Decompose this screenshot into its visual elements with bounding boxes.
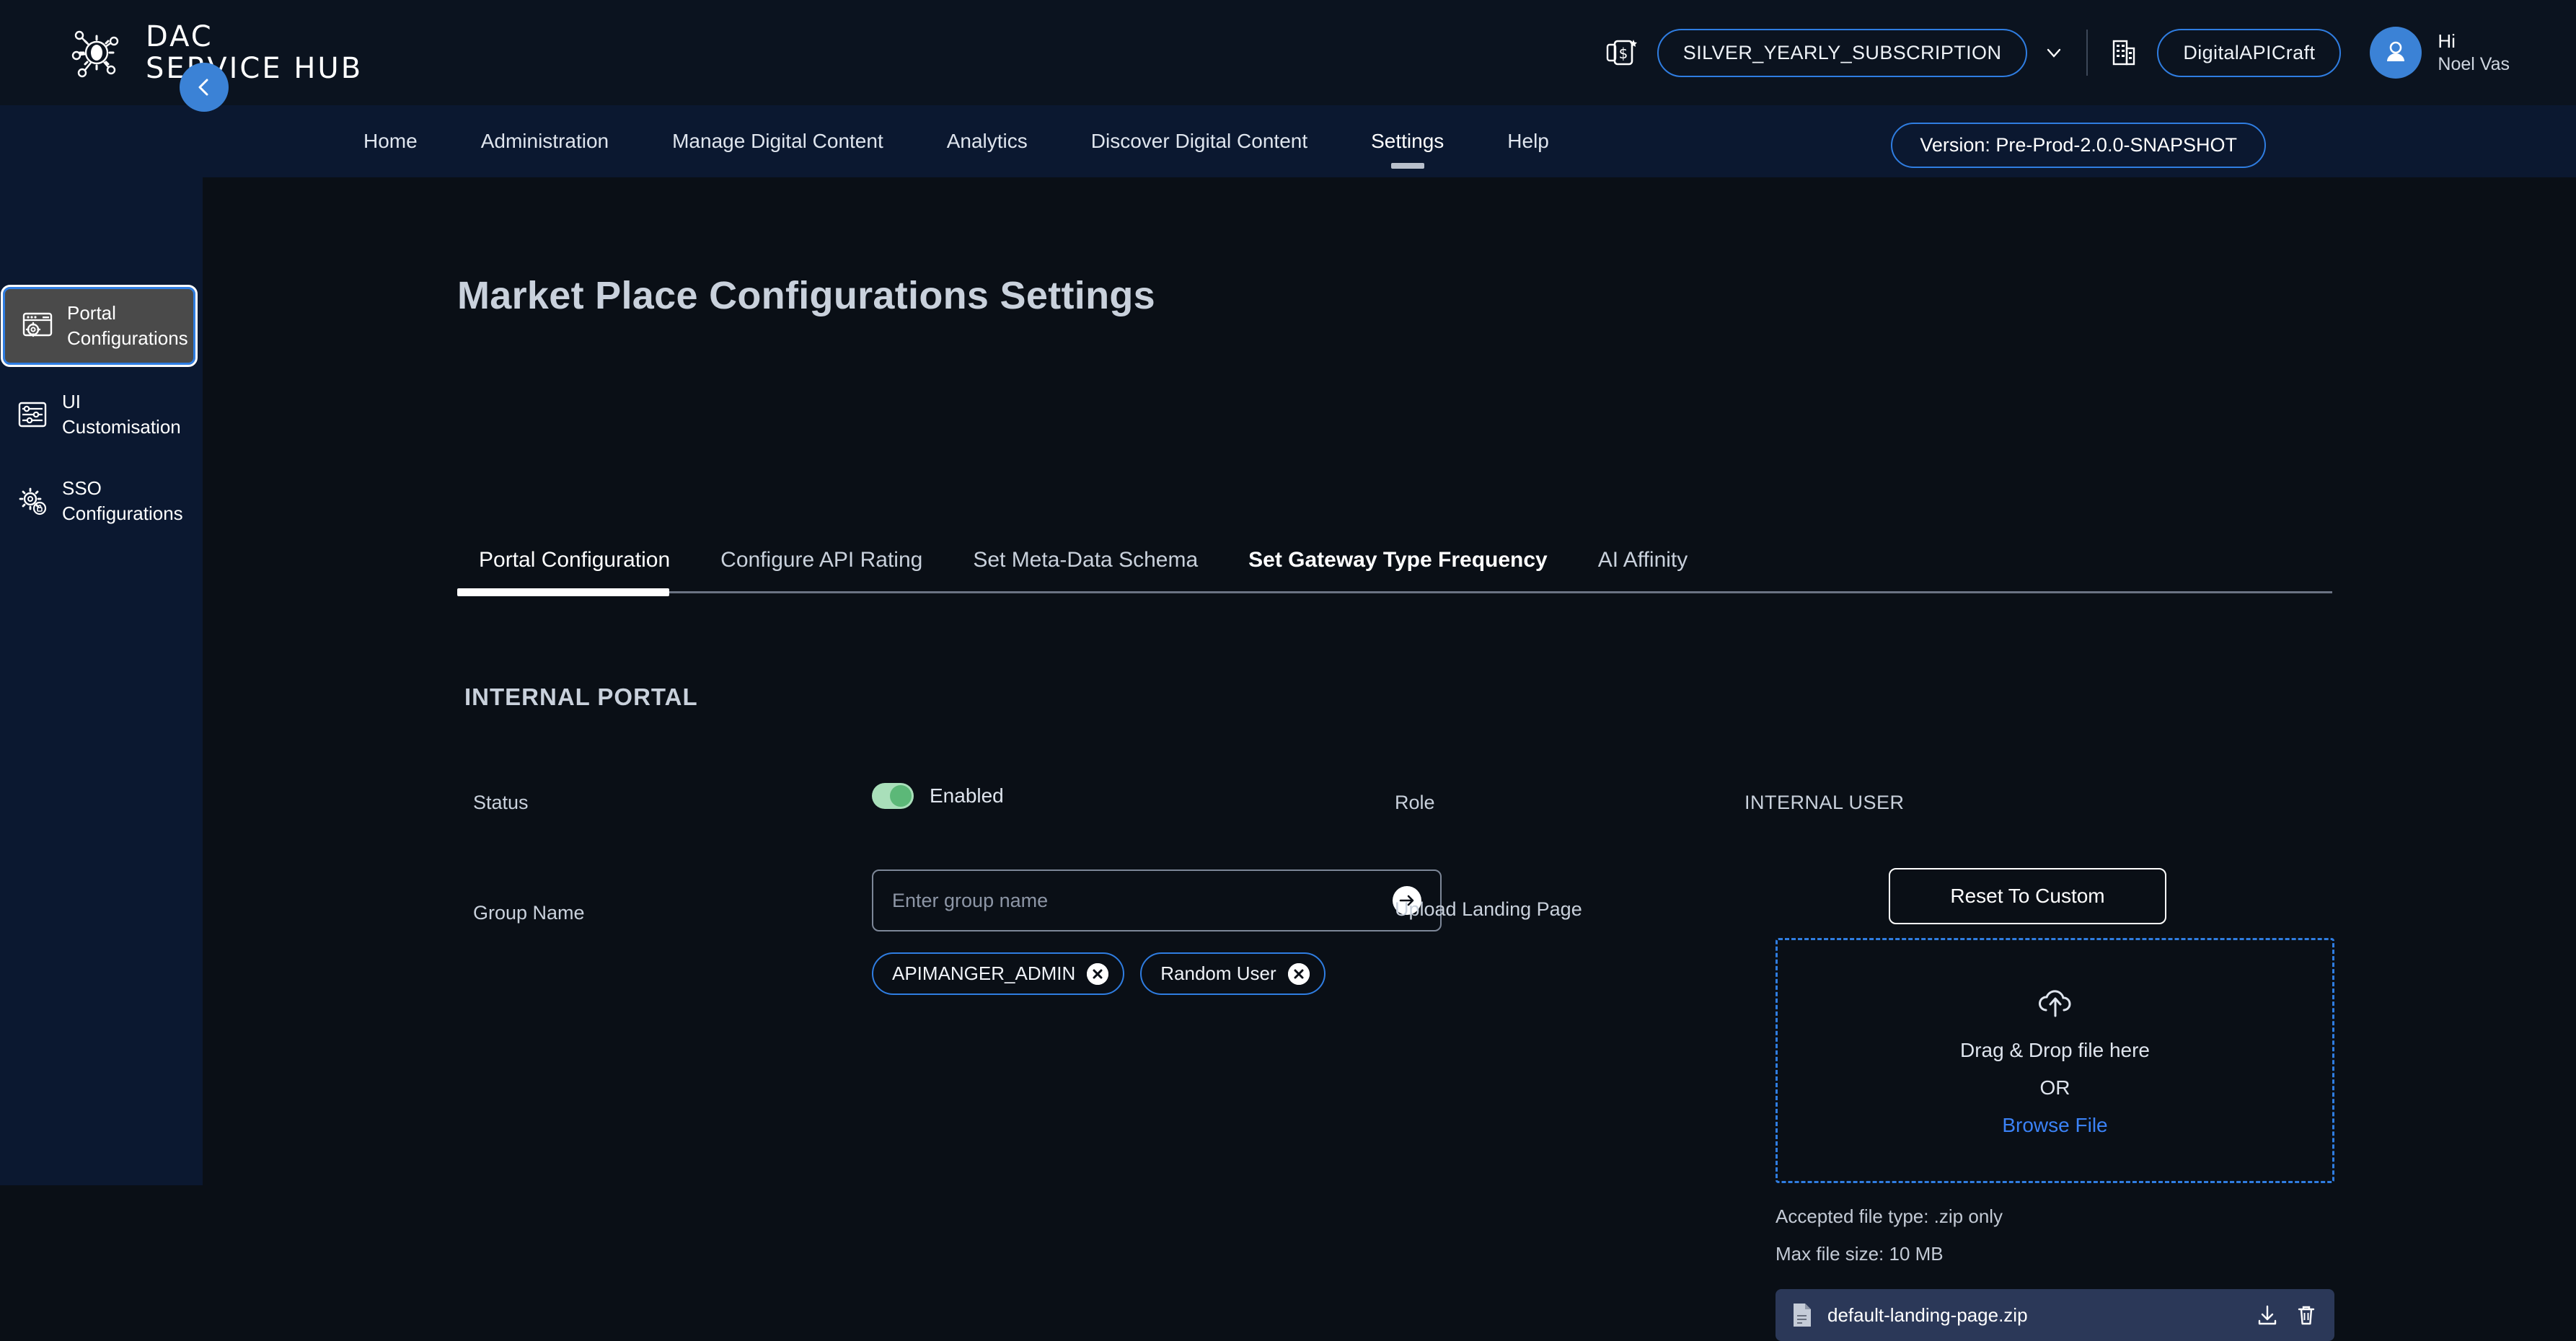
reset-to-custom-button[interactable]: Reset To Custom	[1889, 868, 2166, 924]
tab-set-gateway-type-frequency[interactable]: Set Gateway Type Frequency	[1223, 548, 1573, 591]
group-name-field[interactable]	[872, 869, 1442, 931]
subscription-pill[interactable]: SILVER_YEARLY_SUBSCRIPTION	[1657, 28, 2028, 77]
uploaded-file-row: default-landing-page.zip	[1776, 1289, 2334, 1341]
toggle-knob	[890, 785, 912, 807]
sidebar-item-label: Portal Configurations	[67, 302, 188, 350]
role-label: Role	[1395, 792, 1435, 813]
top-bar: DAC SERVICE HUB $ SILVER_YEARLY_SUBSCRIP…	[0, 0, 2576, 105]
status-label: Status	[473, 792, 529, 813]
max-file-size-hint: Max file size: 10 MB	[1776, 1243, 1944, 1265]
uploaded-file-name: default-landing-page.zip	[1827, 1304, 2028, 1326]
building-icon[interactable]	[2109, 37, 2138, 68]
sidebar-item-list: Portal Configurations UI Customisation SSO…	[0, 284, 203, 552]
close-icon[interactable]	[1287, 962, 1310, 985]
organization-pill[interactable]: DigitalAPICraft	[2157, 28, 2342, 77]
file-dropzone[interactable]: Drag & Drop file here OR Browse File	[1776, 938, 2334, 1183]
tab-configure-api-rating[interactable]: Configure API Rating	[695, 548, 948, 591]
main-navigation: Home Administration Manage Digital Content…	[0, 105, 2576, 177]
nav-item-home[interactable]: Home	[332, 130, 449, 153]
dropzone-or-text: OR	[2039, 1076, 2070, 1099]
greeting-text: Hi	[2438, 30, 2456, 53]
nav-item-discover-digital-content[interactable]: Discover Digital Content	[1059, 130, 1339, 153]
brand-name-line2: SERVICE HUB	[146, 52, 363, 85]
nav-item-help[interactable]: Help	[1476, 130, 1581, 153]
user-avatar-icon	[2387, 41, 2405, 61]
trash-icon[interactable]	[2294, 1303, 2319, 1327]
avatar[interactable]	[2370, 27, 2422, 79]
tab-portal-configuration[interactable]: Portal Configuration	[457, 548, 695, 596]
status-value: Enabled	[930, 784, 1004, 807]
tab-bar: Portal Configuration Configure API Rating…	[457, 548, 2332, 596]
brand-name-line1: DAC	[146, 20, 213, 53]
sidebar-item-label: SSO Configurations	[62, 477, 183, 525]
user-greeting: Hi Noel Vas	[2438, 30, 2510, 76]
section-title: INTERNAL PORTAL	[464, 683, 698, 710]
tab-ai-affinity[interactable]: AI Affinity	[1573, 548, 1713, 591]
subscription-card-icon[interactable]: $	[1605, 36, 1638, 69]
top-bar-right: $ SILVER_YEARLY_SUBSCRIPTION DigitalAPIC…	[1605, 27, 2576, 79]
role-value: INTERNAL USER	[1744, 792, 1905, 813]
page-title: Market Place Configurations Settings	[457, 274, 1155, 317]
network-gear-icon	[71, 30, 119, 78]
status-toggle-group: Enabled	[872, 783, 1004, 809]
sidebar-item-ui-customisation[interactable]: UI Customisation	[0, 378, 203, 451]
svg-text:$: $	[1618, 45, 1628, 62]
sidebar-item-portal-configurations[interactable]: Portal Configurations	[1, 284, 198, 368]
group-name-label: Group Name	[473, 902, 585, 924]
nav-item-analytics[interactable]: Analytics	[915, 130, 1059, 153]
group-chip: APIMANGER_ADMIN	[872, 952, 1125, 995]
status-toggle[interactable]	[872, 783, 914, 809]
chevron-left-icon	[198, 79, 208, 96]
version-badge: Version: Pre-Prod-2.0.0-SNAPSHOT	[1891, 123, 2266, 168]
nav-item-list: Home Administration Manage Digital Content…	[0, 130, 1581, 153]
sidebar-item-label: UI Customisation	[62, 391, 181, 438]
sidebar-collapse-button[interactable]	[180, 63, 229, 112]
nav-item-settings[interactable]: Settings	[1339, 130, 1476, 153]
user-name: Noel Vas	[2438, 53, 2510, 74]
document-icon	[1794, 1304, 1811, 1327]
browse-file-link[interactable]: Browse File	[2002, 1114, 2107, 1137]
group-chip-label: APIMANGER_ADMIN	[892, 962, 1076, 984]
sidebar: Portal Configurations UI Customisation SSO…	[0, 177, 203, 1185]
brand-logo-block[interactable]: DAC SERVICE HUB	[0, 22, 363, 83]
sidebar-item-sso-configurations[interactable]: SSO Configurations	[0, 464, 203, 538]
accepted-file-type-hint: Accepted file type: .zip only	[1776, 1205, 2003, 1227]
header-divider	[2086, 30, 2088, 76]
group-chip: Random User	[1140, 952, 1326, 995]
cloud-upload-icon	[2038, 990, 2070, 1017]
sliders-icon	[16, 398, 49, 431]
group-name-input[interactable]	[892, 889, 1393, 912]
tab-set-meta-data-schema[interactable]: Set Meta-Data Schema	[948, 548, 1223, 591]
download-icon[interactable]	[2255, 1303, 2280, 1327]
chevron-down-icon[interactable]	[2043, 42, 2065, 63]
close-icon[interactable]	[1087, 962, 1109, 985]
gear-lock-icon	[16, 484, 49, 518]
browser-gear-icon	[21, 309, 54, 342]
upload-landing-page-label: Upload Landing Page	[1395, 898, 1582, 920]
main-content: Market Place Configurations Settings Por…	[203, 177, 2576, 1341]
nav-item-manage-digital-content[interactable]: Manage Digital Content	[640, 130, 915, 153]
dropzone-main-text: Drag & Drop file here	[1959, 1039, 2150, 1061]
nav-item-administration[interactable]: Administration	[449, 130, 640, 153]
group-chips-list: APIMANGER_ADMIN Random User	[872, 952, 1326, 995]
group-chip-label: Random User	[1160, 962, 1276, 984]
